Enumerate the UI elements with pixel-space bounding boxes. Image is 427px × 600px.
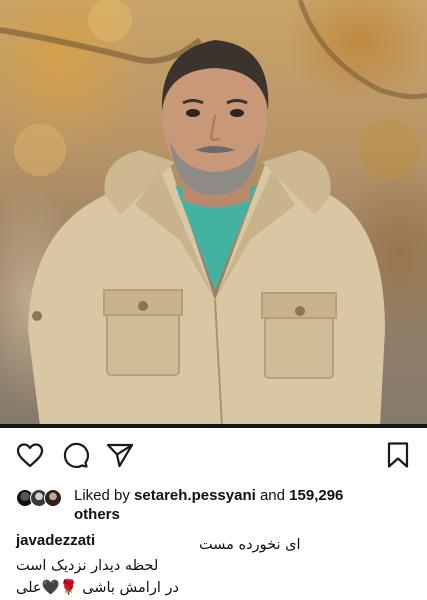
likes-others[interactable]: others	[74, 505, 120, 524]
caption-username[interactable]: javadezzati	[16, 532, 95, 550]
likes-count[interactable]: 159,296	[289, 487, 343, 504]
portrait-illustration	[0, 0, 427, 426]
comment-icon	[61, 441, 89, 469]
paper-plane-icon	[106, 442, 134, 468]
likes-summary[interactable]: Liked by setareh.pessyani and 159,296 ot…	[16, 486, 416, 526]
likes-text: Liked by setareh.pessyani and 159,296	[74, 486, 404, 505]
caption-line: در ارامش باشی 🌹🖤علی	[16, 580, 179, 596]
caption-line: ای نخورده مست	[199, 537, 301, 553]
likes-prefix: Liked by	[74, 487, 130, 504]
comment-button[interactable]	[60, 440, 90, 470]
like-button[interactable]	[15, 440, 45, 470]
share-button[interactable]	[105, 440, 135, 470]
post-action-bar	[0, 440, 427, 474]
heart-icon	[16, 442, 44, 468]
liker-username[interactable]: setareh.pessyani	[134, 487, 256, 504]
image-divider	[0, 424, 427, 428]
liker-avatars	[16, 489, 70, 509]
post-image[interactable]	[0, 0, 427, 426]
avatar	[44, 489, 62, 507]
caption-line: لحظه دیدار نزدیک است	[16, 558, 159, 574]
save-button[interactable]	[383, 440, 413, 470]
bookmark-icon	[386, 441, 410, 469]
likes-and: and	[259, 487, 285, 504]
